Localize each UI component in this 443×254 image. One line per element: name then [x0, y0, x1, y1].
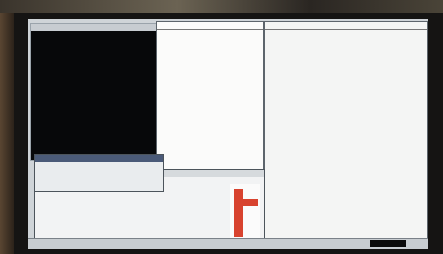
table-window-title	[265, 22, 427, 30]
background-strip	[0, 0, 443, 13]
dialog-window	[34, 154, 164, 192]
monitor-screen	[28, 19, 428, 249]
red-graphic-bar	[234, 199, 258, 206]
listing-content	[157, 30, 263, 185]
listing-window	[156, 21, 264, 186]
dialog-line	[35, 167, 163, 172]
console-window-title	[31, 24, 156, 31]
console-output	[31, 31, 156, 156]
status-indicator	[370, 240, 406, 247]
left-edge-surface	[0, 13, 14, 254]
console-window	[30, 23, 157, 161]
red-graphic-bar	[234, 189, 243, 237]
status-bar	[28, 238, 428, 249]
dialog-window-title	[35, 155, 163, 162]
table-content	[265, 30, 427, 245]
listing-window-title	[157, 22, 263, 30]
table-window	[264, 21, 428, 247]
